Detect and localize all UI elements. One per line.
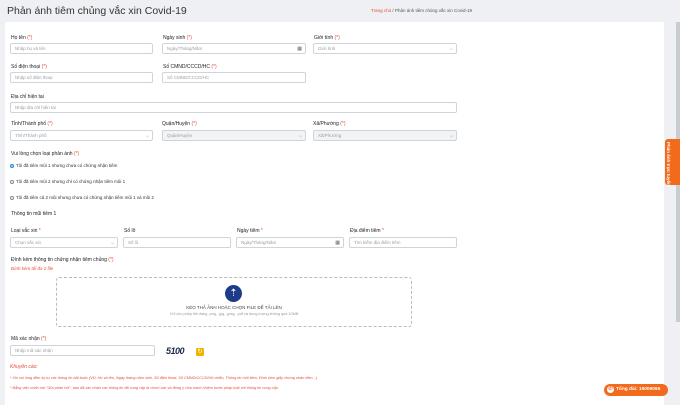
note-item: * Xin vui lòng điền ký tự các thông tin … [10,376,318,380]
drop-zone-subtitle: Chỉ cho phép file dạng .png, .jpg, .jpeg… [169,312,299,316]
report-type-label: Vui lòng chọn loại phản ánh (*) [11,151,80,157]
note-item: * Bằng việc nhấn nút "Gửi phản hồi", bạn… [10,386,279,390]
gender-select[interactable]: Giới tính ⌵ [313,43,457,54]
ward-label: Xã/Phường (*) [313,121,346,127]
gender-label: Giới tính (*) [314,35,340,41]
chevron-down-icon: ⌵ [145,133,149,138]
lot-label: Số lô [124,228,136,234]
province-label: Tỉnh/Thành phố (*) [11,121,53,127]
phone-icon: ✆ [607,386,614,393]
dose-section-title: Thông tin mũi tiêm 1 [11,211,57,217]
attach-hint: Đính kèm tối đa 2 file [11,266,54,271]
breadcrumb-current: Phản ánh tiêm chủng vắc xin Covid-19 [394,8,472,13]
dose-date-input[interactable]: Ngày/Tháng/Năm ▦ [236,237,344,248]
captcha-input[interactable]: Nhập mã xác nhận [10,345,155,356]
report-type-option-3[interactable]: Tôi đã tiêm cả 2 mũi nhưng chưa có chứng… [10,195,154,200]
id-number-input[interactable]: Số CMND/CCCD/HC [162,72,306,83]
report-type-option-1[interactable]: Tôi đã tiêm mũi 1 nhưng chưa có chứng nh… [10,163,117,168]
chevron-down-icon: ⌵ [298,133,302,138]
report-type-option-2[interactable]: Tôi đã tiêm mũi 2 nhưng chỉ có chứng nhậ… [10,179,125,184]
radio-icon[interactable] [10,179,14,184]
attach-label: Đính kèm thông tin chứng nhận tiêm chủng… [11,257,114,263]
chevron-down-icon: ⌵ [449,46,453,51]
calendar-icon[interactable]: ▦ [335,239,340,247]
vaccine-select[interactable]: Chọn vắc xin ⌵ [10,237,118,248]
chevron-down-icon: ⌵ [449,133,453,138]
captcha-image: 5100 [166,346,185,356]
province-select[interactable]: Tỉnh/Thành phố ⌵ [10,130,153,141]
dose-date-label: Ngày tiêm * [237,228,263,234]
phone-label: Số điện thoại (*) [11,64,47,70]
page-title: Phản ánh tiêm chủng vắc xin Covid-19 [7,5,187,17]
dob-label: Ngày sinh (*) [163,35,192,41]
notes-title: Khuyến cáo: [10,364,38,370]
ward-select[interactable]: Xã/Phường ⌵ [313,130,457,141]
full-name-label: Họ tên (*) [11,35,33,41]
radio-icon[interactable] [10,163,14,168]
phone-input[interactable]: Nhập số điện thoại [10,72,153,83]
lot-input[interactable]: Số lô [123,237,231,248]
file-drop-zone[interactable]: ⇡ KÉO THẢ ẢNH HOẶC CHỌN FILE ĐỂ TẢI LÊN … [56,277,412,327]
drop-zone-title: KÉO THẢ ẢNH HOẶC CHỌN FILE ĐỂ TẢI LÊN [186,305,282,310]
chevron-down-icon: ⌵ [110,240,114,245]
breadcrumb-home-link[interactable]: Trang chủ [371,8,391,13]
full-name-input[interactable]: Nhập họ và tên [10,43,153,54]
address-label: Địa chỉ hiện tại [11,94,44,100]
calendar-icon[interactable]: ▦ [297,45,302,53]
radio-icon[interactable] [10,195,14,200]
vaccine-label: Loại vắc xin * [11,228,41,234]
id-number-label: Số CMND/CCCD/HC (*) [163,64,217,70]
online-report-side-tab[interactable]: Phản ánh trực tuyến [665,139,680,186]
captcha-label: Mã xác nhận (*) [11,336,47,342]
breadcrumb: Trang chủ / Phản ánh tiêm chủng vắc xin … [371,8,472,13]
district-select[interactable]: Quận/Huyện ⌵ [162,130,306,141]
location-label: Địa điểm tiêm * [350,228,384,234]
location-input[interactable]: Tìm kiếm địa điểm tiêm [349,237,457,248]
dob-input[interactable]: Ngày/Tháng/Năm ▦ [162,43,306,54]
hotline-button[interactable]: ✆ Tổng đài: 19009095 [604,384,668,396]
cloud-upload-icon: ⇡ [225,285,242,302]
refresh-icon[interactable]: ↻ [196,348,204,356]
breadcrumb-separator: / [392,8,394,13]
address-input[interactable]: Nhập địa chỉ hiện tại [10,102,457,113]
district-label: Quận/Huyện (*) [162,121,197,127]
